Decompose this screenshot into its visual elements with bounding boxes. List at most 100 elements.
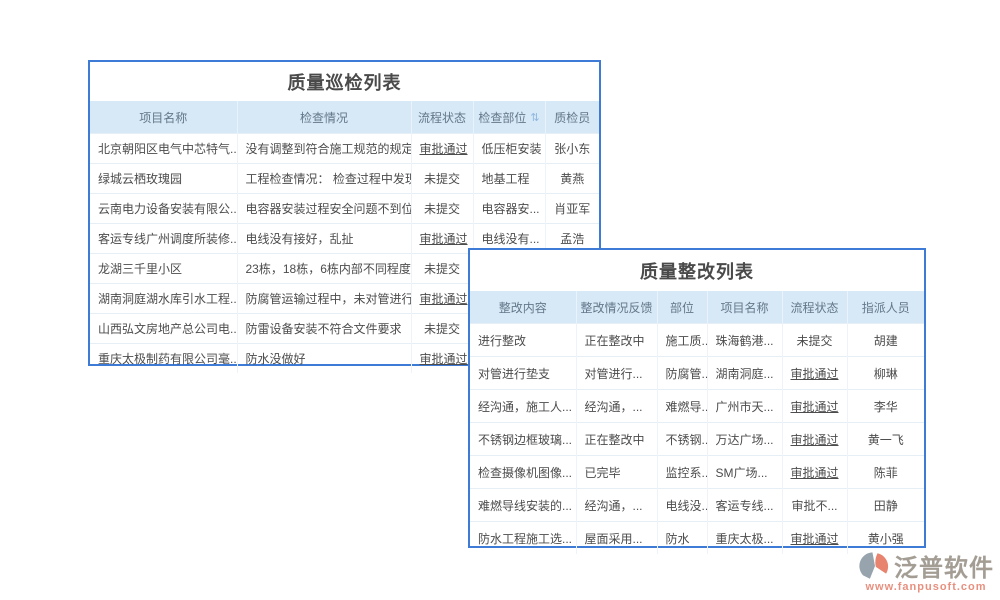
- table-row[interactable]: 进行整改正在整改中施工质...珠海鹤港...未提交胡建: [470, 324, 924, 357]
- column-header-part[interactable]: 检查部位⇅: [473, 101, 545, 134]
- column-label: 流程状态: [418, 111, 466, 125]
- column-header-part: 部位: [657, 291, 707, 324]
- cell-project[interactable]: SM广场...: [707, 456, 782, 489]
- cell-status: 审批通过: [782, 357, 847, 390]
- cell-status: 审批通过: [411, 134, 473, 164]
- cell-assignee[interactable]: 胡建: [847, 324, 924, 357]
- cell-feedback: 屋面采用...: [576, 522, 657, 555]
- table-row[interactable]: 难燃导线安装的...经沟通，...电线没...客运专线...审批不...田静: [470, 489, 924, 522]
- cell-part: 防腐管...: [657, 357, 707, 390]
- cell-part: 施工质...: [657, 324, 707, 357]
- cell-feedback: 正在整改中: [576, 324, 657, 357]
- rectification-list-panel: 质量整改列表 整改内容整改情况反馈部位项目名称流程状态指派人员进行整改正在整改中…: [468, 248, 926, 548]
- cell-part: 监控系...: [657, 456, 707, 489]
- column-header-content: 整改内容: [470, 291, 576, 324]
- table-row[interactable]: 经沟通，施工人...经沟通，...难燃导...广州市天...审批通过李华: [470, 390, 924, 423]
- cell-feedback: 正在整改中: [576, 423, 657, 456]
- cell-project[interactable]: 客运专线广州调度所装修...: [90, 224, 237, 254]
- cell-project[interactable]: 山西弘文房地产总公司电...: [90, 314, 237, 344]
- cell-assignee[interactable]: 李华: [847, 390, 924, 423]
- cell-project[interactable]: 云南电力设备安装有限公...: [90, 194, 237, 224]
- column-label: 项目名称: [720, 301, 768, 315]
- cell-content: 检查摄像机图像...: [470, 456, 576, 489]
- cell-assignee[interactable]: 田静: [847, 489, 924, 522]
- cell-content: 难燃导线安装的...: [470, 489, 576, 522]
- table-row[interactable]: 对管进行垫支对管进行...防腐管...湖南洞庭...审批通过柳琳: [470, 357, 924, 390]
- cell-situation: 没有调整到符合施工规范的规定...: [237, 134, 411, 164]
- cell-part: 不锈钢...: [657, 423, 707, 456]
- cell-inspector[interactable]: 肖亚军: [545, 194, 599, 224]
- cell-project[interactable]: 广州市天...: [707, 390, 782, 423]
- cell-feedback: 已完毕: [576, 456, 657, 489]
- cell-status: 审批通过: [782, 390, 847, 423]
- table-row[interactable]: 绿城云栖玫瑰园工程检查情况： 检查过程中发现...未提交地基工程黄燕: [90, 164, 599, 194]
- fanpu-logo-icon: [858, 549, 892, 583]
- cell-project[interactable]: 重庆太极...: [707, 522, 782, 555]
- sort-icon: ⇅: [530, 112, 539, 124]
- table-row[interactable]: 不锈钢边框玻璃...正在整改中不锈钢...万达广场...审批通过黄一飞: [470, 423, 924, 456]
- cell-assignee[interactable]: 柳琳: [847, 357, 924, 390]
- cell-project[interactable]: 客运专线...: [707, 489, 782, 522]
- cell-project[interactable]: 重庆太极制药有限公司毫...: [90, 344, 237, 374]
- cell-content: 经沟通，施工人...: [470, 390, 576, 423]
- cell-feedback: 经沟通，...: [576, 489, 657, 522]
- column-header-project: 项目名称: [90, 101, 237, 134]
- column-label: 部位: [670, 301, 694, 315]
- cell-situation: 电容器安装过程安全问题不到位: [237, 194, 411, 224]
- table-row[interactable]: 防水工程施工选...屋面采用...防水重庆太极...审批通过黄小强: [470, 522, 924, 555]
- cell-status: 未提交: [411, 194, 473, 224]
- brand-name: 泛普软件: [894, 548, 994, 583]
- cell-project[interactable]: 万达广场...: [707, 423, 782, 456]
- column-header-feedback: 整改情况反馈: [576, 291, 657, 324]
- column-header-assignee: 指派人员: [847, 291, 924, 324]
- brand-url: www.fanpusoft.com: [865, 581, 986, 593]
- cell-situation: 电线没有接好，乱扯: [237, 224, 411, 254]
- cell-situation: 防雷设备安装不符合文件要求: [237, 314, 411, 344]
- cell-content: 进行整改: [470, 324, 576, 357]
- column-header-status: 流程状态: [411, 101, 473, 134]
- inspection-list-title: 质量巡检列表: [90, 62, 599, 101]
- cell-part: 难燃导...: [657, 390, 707, 423]
- column-header-inspector: 质检员: [545, 101, 599, 134]
- cell-project[interactable]: 北京朝阳区电气中芯特气...: [90, 134, 237, 164]
- cell-inspector[interactable]: 张小东: [545, 134, 599, 164]
- cell-status: 审批通过: [782, 423, 847, 456]
- rectification-list-title: 质量整改列表: [470, 250, 924, 291]
- cell-project[interactable]: 湖南洞庭湖水库引水工程...: [90, 284, 237, 314]
- column-label: 整改内容: [499, 301, 547, 315]
- header-row: 整改内容 整改情况反馈 部位 项目名称 流程状态指派人员: [470, 291, 924, 324]
- cell-content: 防水工程施工选...: [470, 522, 576, 555]
- rectification-table: 整改内容整改情况反馈部位项目名称流程状态指派人员进行整改正在整改中施工质...珠…: [470, 291, 924, 554]
- cell-status: 审批通过: [411, 284, 473, 314]
- cell-situation: 23栋，18栋，6栋内部不同程度的...: [237, 254, 411, 284]
- column-header-situation: 检查情况: [237, 101, 411, 134]
- cell-project[interactable]: 湖南洞庭...: [707, 357, 782, 390]
- cell-status: 未提交: [411, 314, 473, 344]
- cell-status: 审批通过: [782, 456, 847, 489]
- cell-content: 不锈钢边框玻璃...: [470, 423, 576, 456]
- cell-status: 审批不...: [782, 489, 847, 522]
- cell-feedback: 经沟通，...: [576, 390, 657, 423]
- table-row[interactable]: 北京朝阳区电气中芯特气...没有调整到符合施工规范的规定...审批通过低压柜安装…: [90, 134, 599, 164]
- cell-assignee[interactable]: 黄一飞: [847, 423, 924, 456]
- column-header-project: 项目名称: [707, 291, 782, 324]
- cell-status: 未提交: [411, 164, 473, 194]
- cell-project[interactable]: 珠海鹤港...: [707, 324, 782, 357]
- cell-part: 防水: [657, 522, 707, 555]
- table-row[interactable]: 云南电力设备安装有限公...电容器安装过程安全问题不到位未提交电容器安...肖亚…: [90, 194, 599, 224]
- cell-project[interactable]: 绿城云栖玫瑰园: [90, 164, 237, 194]
- cell-inspector[interactable]: 黄燕: [545, 164, 599, 194]
- cell-situation: 工程检查情况： 检查过程中发现...: [237, 164, 411, 194]
- cell-status: 审批通过: [411, 344, 473, 374]
- cell-project[interactable]: 龙湖三千里小区: [90, 254, 237, 284]
- cell-status: 未提交: [411, 254, 473, 284]
- table-row[interactable]: 检查摄像机图像...已完毕监控系...SM广场...审批通过陈菲: [470, 456, 924, 489]
- column-label: 流程状态: [790, 301, 838, 315]
- column-label: 检查情况: [300, 111, 348, 125]
- cell-part: 低压柜安装: [473, 134, 545, 164]
- brand-row: 泛普软件: [858, 548, 994, 583]
- column-label: 整改情况反馈: [581, 301, 653, 315]
- cell-part: 电容器安...: [473, 194, 545, 224]
- cell-situation: 防腐管运输过程中，未对管进行...: [237, 284, 411, 314]
- cell-assignee[interactable]: 陈菲: [847, 456, 924, 489]
